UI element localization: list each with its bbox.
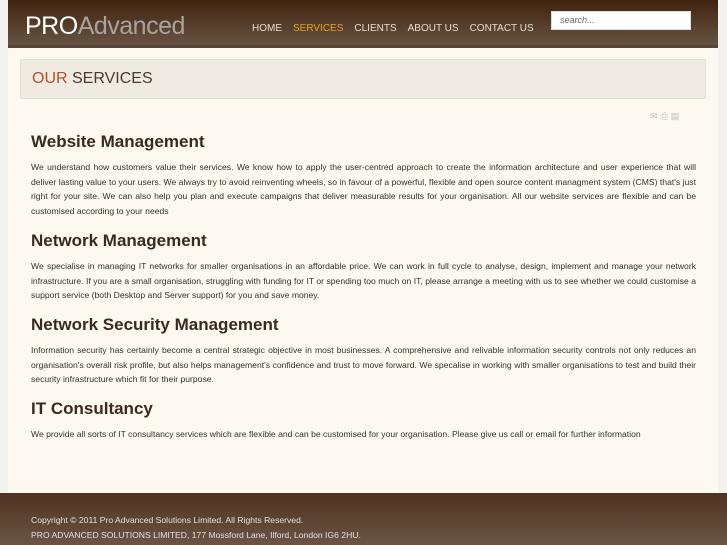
comment-icon[interactable]: ▤ xyxy=(671,111,680,122)
main-content: OUR SERVICES ✉ ⎙ ▤ Website Management We… xyxy=(8,48,718,493)
services-content: Website Management We understand how cus… xyxy=(31,132,696,454)
section-text: We understand how customers value their … xyxy=(31,162,696,217)
logo-pro: PRO xyxy=(25,12,78,40)
site-footer: Copyright © 2011 Pro Advanced Solutions … xyxy=(0,493,727,545)
page-title: OUR SERVICES xyxy=(20,59,706,99)
site-header: PROAdvanced HOME SERVICES CLIENTS ABOUT … xyxy=(8,0,718,48)
section-text: Information security has certainly becom… xyxy=(31,344,696,385)
section-heading: IT Consultancy xyxy=(31,399,153,419)
search-input[interactable]: search... xyxy=(551,11,691,30)
section-heading: Network Security Management xyxy=(31,314,279,334)
title-accent: OUR xyxy=(32,70,68,87)
section-text: We specialise in managing IT networks fo… xyxy=(31,260,696,301)
print-icon[interactable]: ⎙ xyxy=(661,111,668,122)
address: PRO ADVANCED SOLUTIONS LIMITED, 177 Moss… xyxy=(31,529,361,540)
section-heading: Website Management xyxy=(31,132,205,151)
logo-advanced: Advanced xyxy=(77,12,186,40)
title-rest: SERVICES xyxy=(67,70,153,87)
copyright: Copyright © 2011 Pro Advanced Solutions … xyxy=(31,515,304,525)
section-heading: Network Management xyxy=(31,230,207,250)
section-text: We provide all sorts of IT consultancy s… xyxy=(31,429,641,440)
logo[interactable]: PROAdvanced xyxy=(25,12,185,41)
article-tools: ✉ ⎙ ▤ xyxy=(650,111,679,122)
email-icon[interactable]: ✉ xyxy=(650,111,658,122)
